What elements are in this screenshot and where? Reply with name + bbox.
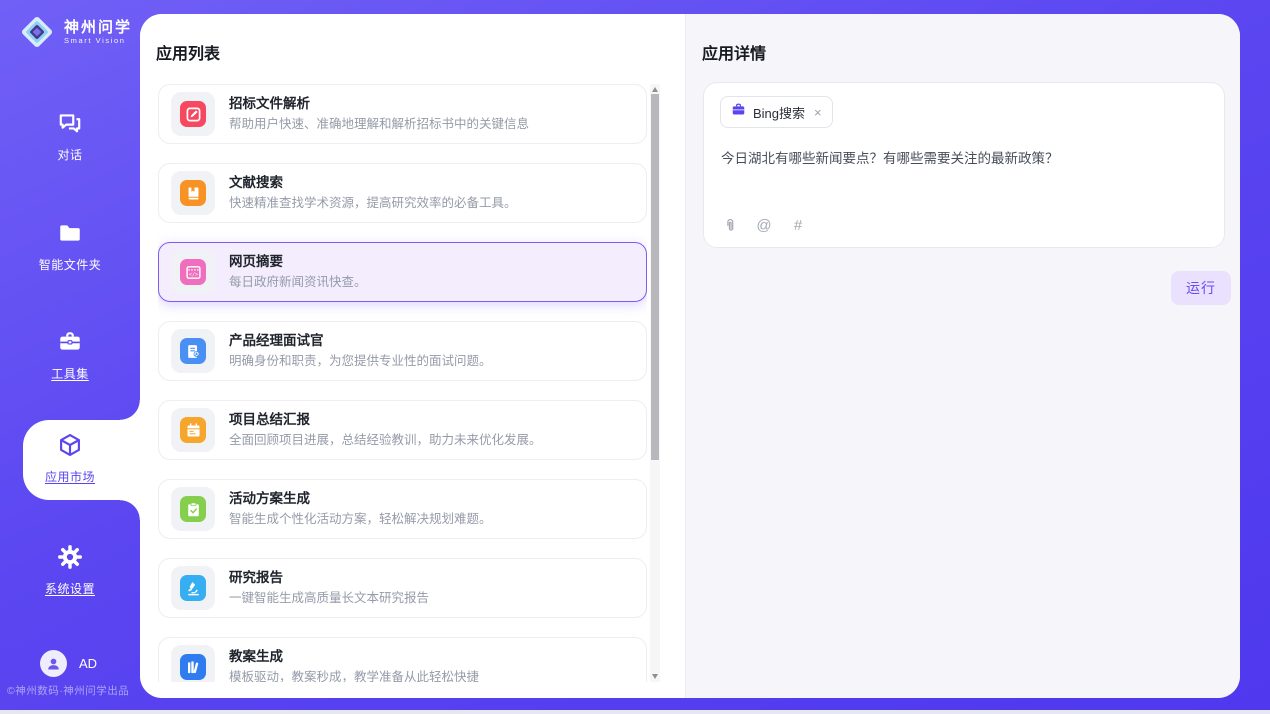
cube-icon [57,432,83,458]
user-account[interactable]: AD [40,650,97,677]
books-icon [180,654,206,680]
sidebar-nav: 对话 智能文件夹 工具集 应用市场 系统设置 [0,0,140,710]
scroll-down-icon[interactable] [652,674,658,679]
mention-icon[interactable]: @ [755,216,773,234]
app-detail-panel: 应用详情 Bing搜索 × 今日湖北有哪些新闻要点？有哪些需要关注的最新政策？ … [685,14,1240,698]
app-list-panel: 应用列表 招标文件解析 帮助用户快速、准确地理解和解析招标书中的关键信息 文献搜… [140,14,685,698]
attachment-icon[interactable] [721,216,739,234]
app-frame: 神州问学 Smart Vision 对话 智能文件夹 工具集 应用市场 系统设置… [0,0,1270,710]
app-detail-title: 应用详情 [686,14,1240,64]
list-scrollbar[interactable] [650,84,660,682]
toolbox-icon [57,329,83,355]
app-card-项目总结汇报[interactable]: 项目总结汇报 全面回顾项目进展，总结经验教训，助力未来优化发展。 [158,400,647,460]
person-icon [40,650,67,677]
prompt-text[interactable]: 今日湖北有哪些新闻要点？有哪些需要关注的最新政策？ [721,149,1208,168]
app-card-活动方案生成[interactable]: 活动方案生成 智能生成个性化活动方案，轻松解决规划难题。 [158,479,647,539]
main-content: 应用列表 招标文件解析 帮助用户快速、准确地理解和解析招标书中的关键信息 文献搜… [140,14,1240,698]
app-card-研究报告[interactable]: 研究报告 一键智能生成高质量长文本研究报告 [158,558,647,618]
clipboard-check-icon [180,496,206,522]
edit-square-icon [180,101,206,127]
calendar-icon [180,417,206,443]
book-icon [180,180,206,206]
gear-icon [57,544,83,570]
app-card-文献搜索[interactable]: 文献搜索 快速精准查找学术资源，提高研究效率的必备工具。 [158,163,647,223]
sidebar-item-智能文件夹[interactable]: 智能文件夹 [0,220,140,273]
interview-icon [180,338,206,364]
prompt-toolbar: @ # [721,216,807,234]
svg-text:</>: </> [188,271,197,277]
app-card-招标文件解析[interactable]: 招标文件解析 帮助用户快速、准确地理解和解析招标书中的关键信息 [158,84,647,144]
tool-chip-bing-search[interactable]: Bing搜索 × [720,96,833,128]
app-card-教案生成[interactable]: 教案生成 模板驱动，教案秒成，教学准备从此轻松快捷 [158,637,647,682]
briefcase-icon [731,102,746,122]
sidebar: 神州问学 Smart Vision 对话 智能文件夹 工具集 应用市场 系统设置… [0,0,140,710]
sidebar-item-工具集[interactable]: 工具集 [0,329,140,382]
prompt-card[interactable]: Bing搜索 × 今日湖北有哪些新闻要点？有哪些需要关注的最新政策？ @ # [703,82,1225,248]
scrollbar-thumb[interactable] [651,94,659,460]
copyright-footer: ©神州数码·神州问学出品 [7,683,129,698]
app-card-产品经理面试官[interactable]: 产品经理面试官 明确身份和职责，为您提供专业性的面试问题。 [158,321,647,381]
user-initials: AD [79,656,97,671]
chip-close-icon[interactable]: × [814,106,822,119]
chat-icon [57,110,83,136]
sidebar-item-对话[interactable]: 对话 [0,110,140,163]
sidebar-item-系统设置[interactable]: 系统设置 [0,544,140,597]
run-button[interactable]: 运行 [1171,271,1231,305]
folder-icon [57,220,83,246]
app-list-title: 应用列表 [140,14,685,64]
scroll-up-icon[interactable] [652,87,658,92]
sidebar-item-应用市场[interactable]: 应用市场 [0,432,140,485]
browser-code-icon: </> [180,259,206,285]
tool-chip-label: Bing搜索 [753,103,805,122]
app-card-网页摘要[interactable]: </> 网页摘要 每日政府新闻资讯快查。 [158,242,647,302]
hash-icon[interactable]: # [789,216,807,234]
app-list: 招标文件解析 帮助用户快速、准确地理解和解析招标书中的关键信息 文献搜索 快速精… [158,84,647,682]
microscope-icon [180,575,206,601]
